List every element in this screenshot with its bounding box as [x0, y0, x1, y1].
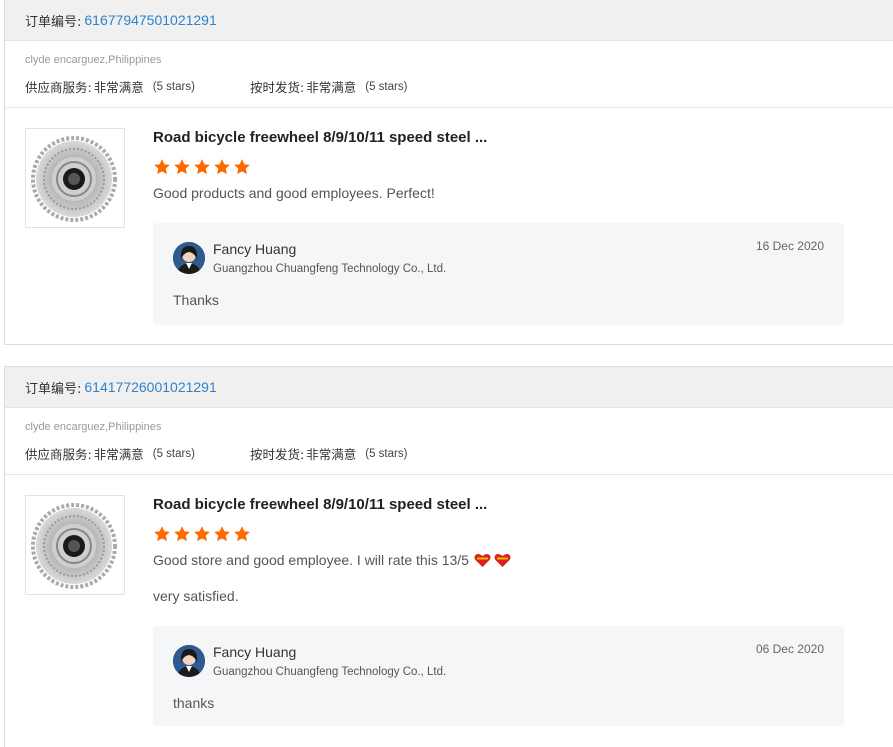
product-image[interactable] [25, 495, 125, 595]
shipping-rating: 按时发货: 非常满意 (5 stars) [250, 77, 407, 96]
order-number-label: 订单编号: [25, 381, 82, 397]
seller-service-stars: (5 stars) [152, 447, 195, 460]
seller-service-value: 非常满意 [93, 447, 144, 462]
order-card: 订单编号: 61417726001021291 clyde encarguez,… [4, 366, 893, 747]
heart-icon [474, 553, 491, 567]
shipping-stars: (5 stars) [365, 447, 408, 460]
ratings-line: 供应商服务: 非常满意 (5 stars) 按时发货: 非常满意 (5 star… [25, 77, 893, 96]
seller-service-value: 非常满意 [93, 80, 144, 95]
star-icon [214, 159, 230, 175]
order-number-link[interactable]: 61417726001021291 [84, 379, 216, 395]
product-image[interactable] [25, 128, 125, 228]
feedback-extra: very satisfied. [153, 588, 239, 604]
buyer-block: clyde encarguez,Philippines 供应商服务: 非常满意 … [5, 408, 893, 475]
reply-author-name: Fancy Huang [213, 644, 297, 660]
cassette-product-image [31, 503, 117, 589]
product-rating-stars [153, 158, 251, 176]
reply-company-name: Guangzhou Chuangfeng Technology Co., Ltd… [213, 666, 447, 678]
star-icon [174, 526, 190, 542]
user-avatar [173, 645, 205, 677]
seller-service-rating: 供应商服务: 非常满意 (5 stars) [25, 77, 250, 96]
heart-icon [494, 553, 511, 567]
reply-date: 16 Dec 2020 [755, 239, 824, 253]
product-title[interactable]: Road bicycle freewheel 8/9/10/11 speed s… [153, 129, 487, 146]
ratings-line: 供应商服务: 非常满意 (5 stars) 按时发货: 非常满意 (5 star… [25, 444, 893, 463]
cassette-product-image [31, 136, 117, 222]
order-number-link[interactable]: 61677947501021291 [84, 12, 216, 28]
product-title[interactable]: Road bicycle freewheel 8/9/10/11 speed s… [153, 496, 487, 513]
reply-author-name: Fancy Huang [213, 241, 297, 257]
star-icon [234, 526, 250, 542]
star-icon [194, 526, 210, 542]
user-avatar [173, 242, 205, 274]
order-card: 订单编号: 61677947501021291 clyde encarguez,… [4, 0, 893, 345]
seller-service-stars: (5 stars) [152, 80, 195, 93]
shipping-stars: (5 stars) [365, 80, 408, 93]
order-header: 订单编号: 61677947501021291 [5, 0, 893, 41]
product-rating-stars [153, 525, 251, 543]
star-icon [154, 159, 170, 175]
seller-reply: Fancy Huang Guangzhou Chuangfeng Technol… [153, 626, 844, 726]
shipping-value: 非常满意 [306, 80, 357, 95]
buyer-name: clyde encarguez,Philippines [25, 421, 162, 433]
buyer-block: clyde encarguez,Philippines 供应商服务: 非常满意 … [5, 41, 893, 108]
feedback-text: Good store and good employee. I will rat… [153, 552, 511, 568]
order-number-label: 订单编号: [25, 14, 82, 30]
shipping-label: 按时发货: [250, 447, 305, 462]
star-icon [194, 159, 210, 175]
star-icon [174, 159, 190, 175]
shipping-label: 按时发货: [250, 80, 305, 95]
reply-text: Thanks [173, 292, 219, 308]
reply-date: 06 Dec 2020 [755, 642, 824, 656]
feedback-body: Good store and good employee. I will rat… [153, 552, 469, 568]
reply-company-name: Guangzhou Chuangfeng Technology Co., Ltd… [213, 263, 447, 275]
feedback-text: Good products and good employees. Perfec… [153, 185, 435, 201]
shipping-value: 非常满意 [306, 447, 357, 462]
buyer-name: clyde encarguez,Philippines [25, 54, 162, 66]
seller-service-label: 供应商服务: [25, 447, 92, 462]
shipping-rating: 按时发货: 非常满意 (5 stars) [250, 444, 407, 463]
seller-service-label: 供应商服务: [25, 80, 92, 95]
star-icon [154, 526, 170, 542]
order-header: 订单编号: 61417726001021291 [5, 367, 893, 408]
reply-text: thanks [173, 695, 215, 711]
star-icon [234, 159, 250, 175]
star-icon [214, 526, 230, 542]
feedback-body: Good products and good employees. Perfec… [153, 185, 435, 201]
seller-service-rating: 供应商服务: 非常满意 (5 stars) [25, 444, 250, 463]
seller-reply: Fancy Huang Guangzhou Chuangfeng Technol… [153, 223, 844, 325]
